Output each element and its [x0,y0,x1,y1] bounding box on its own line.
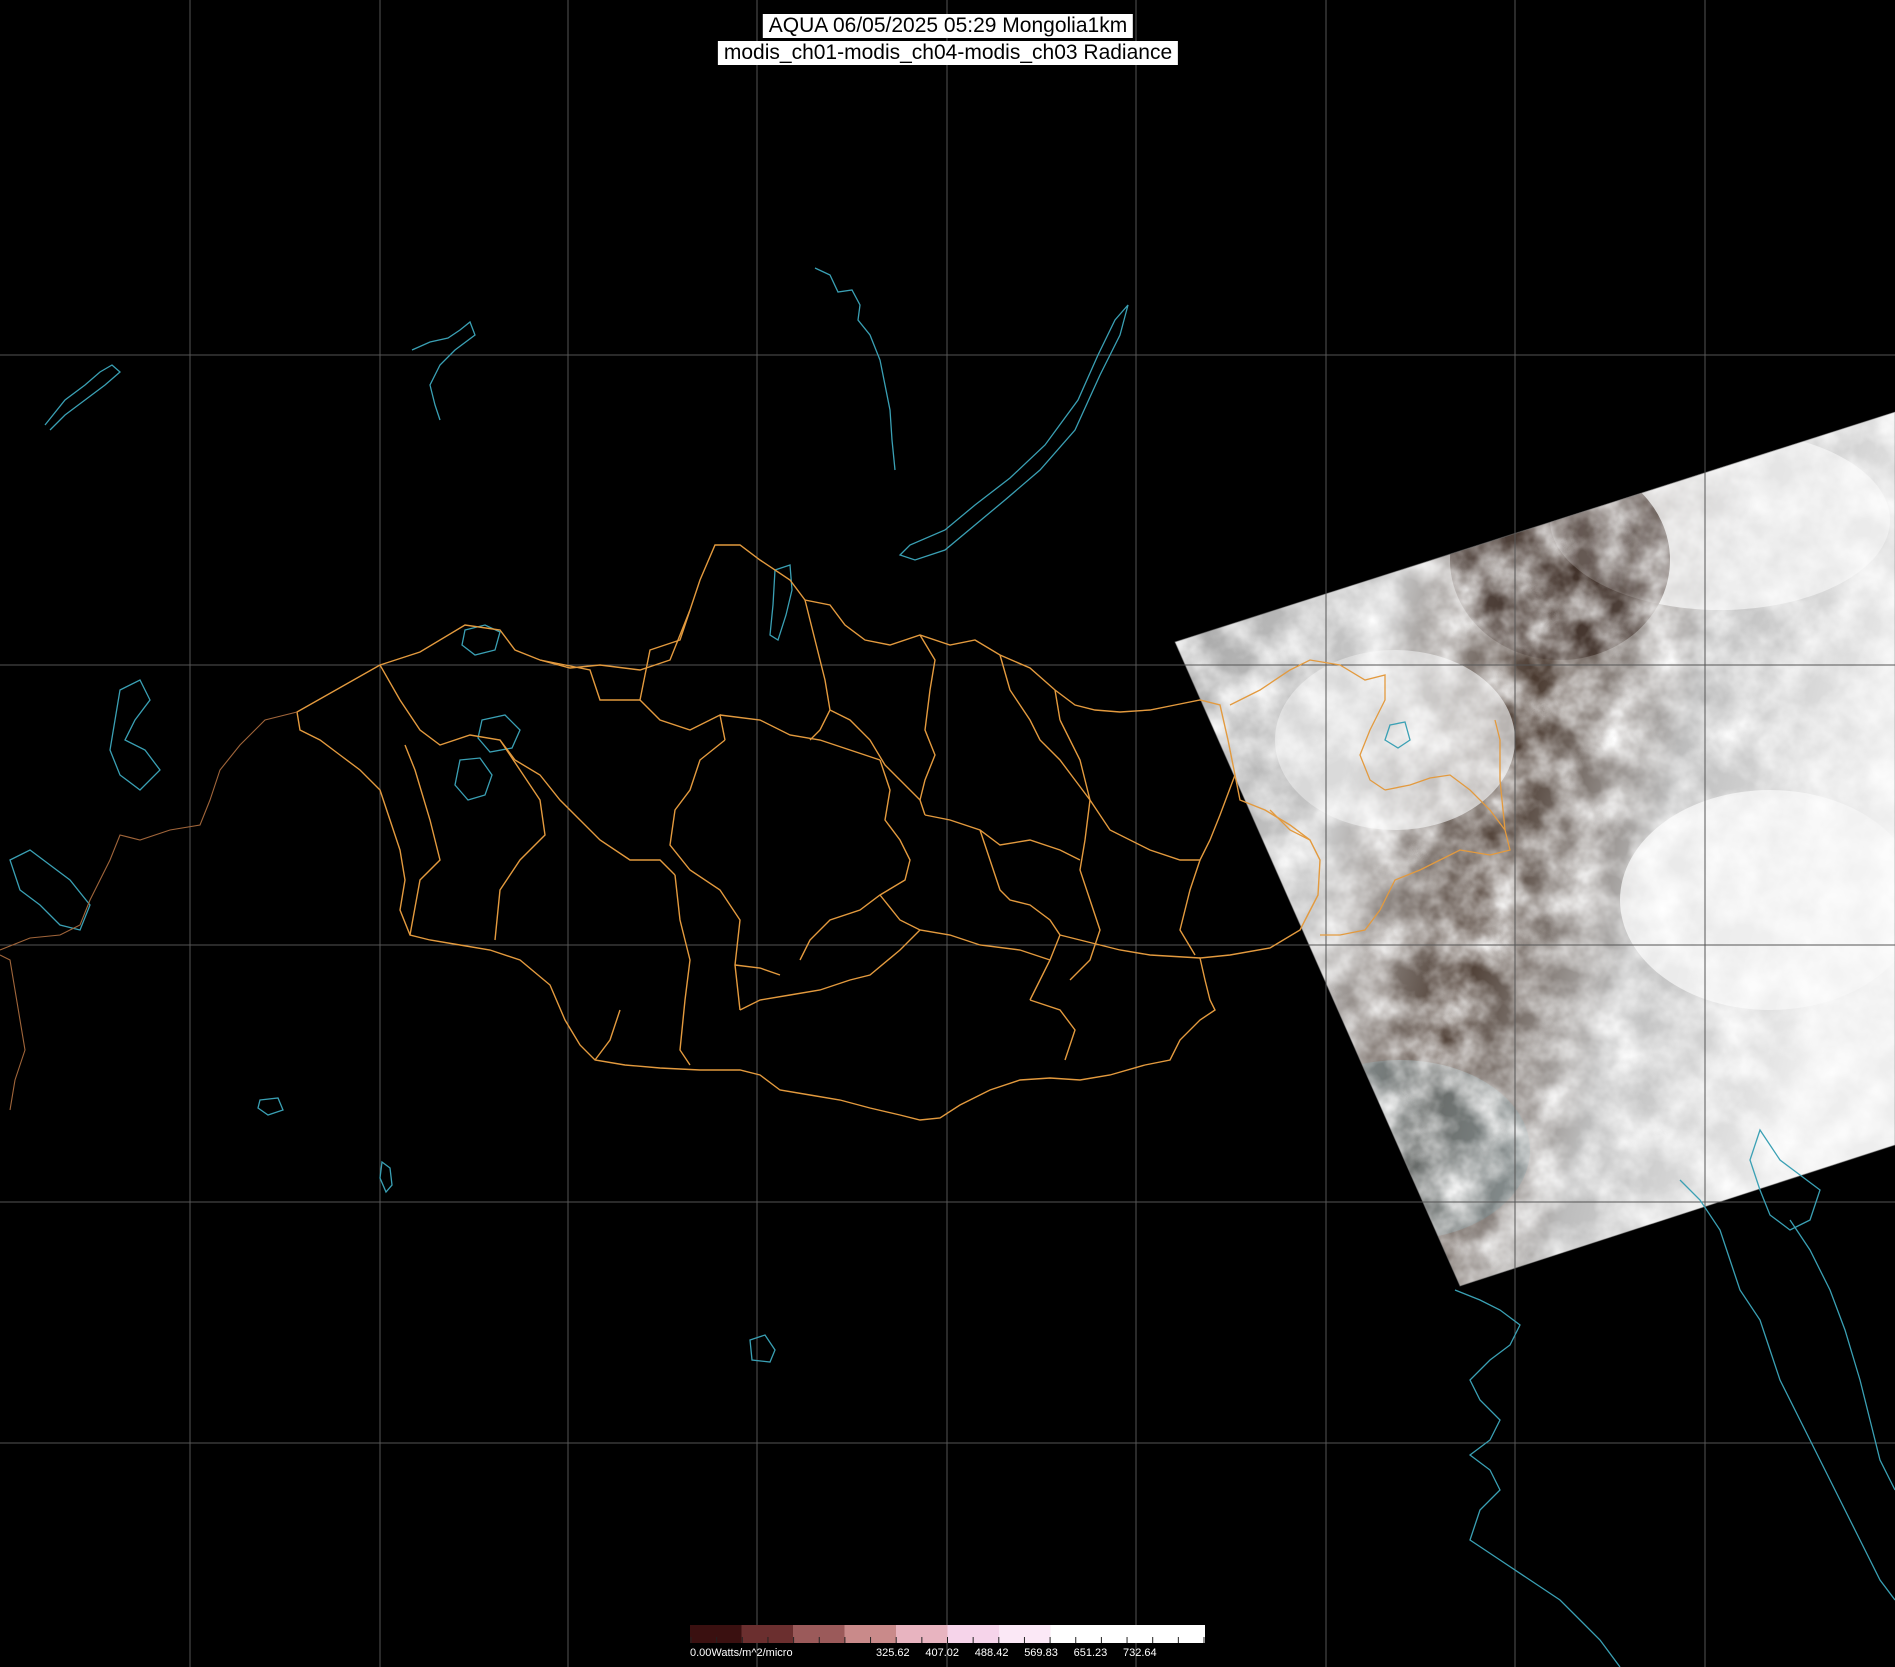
lake-baikal [898,304,1129,561]
colorbar-tick-label: 569.83 [1024,1647,1058,1659]
lake-southwest [379,1160,393,1194]
colorbar-tick-label: 732.64 [1123,1647,1157,1659]
colorbar-unit-label: 0.00Watts/m^2/micro [690,1647,793,1659]
lake-south-1 [749,1334,776,1363]
west-borders [0,711,298,1111]
colorbar-strip [690,1625,1206,1643]
colorbar-segment [999,1625,1051,1643]
colorbar-tick-label: 488.42 [974,1647,1009,1659]
colorbar: 0.00Watts/m^2/micro 325.62 407.02 488.42 56… [690,1625,1206,1667]
mongolia-boundaries [296,544,1321,1121]
title-line-1: AQUA 06/05/2025 05:29 Mongolia1km [762,14,1134,38]
colorbar-segment [1050,1625,1103,1643]
country-border [296,544,1321,1121]
colorbar-tick-label: 651.23 [1073,1647,1108,1659]
satellite-swath [1175,412,1895,1286]
map-canvas [0,0,1895,1667]
lake-khyargas [477,714,521,753]
river-west [44,364,121,431]
lake-khar-us [454,757,493,801]
title-line-2: modis_ch01-modis_ch04-modis_ch03 Radianc… [717,41,1179,65]
river-angara [814,267,896,471]
colorbar-segment [1102,1625,1154,1643]
colorbar-segment [1153,1625,1206,1643]
colorbar-tick-label: 325.62 [876,1647,910,1659]
lake-west-1 [109,679,161,791]
colorbar-segment [690,1625,742,1643]
colorbar-tick-label: 407.02 [925,1647,960,1659]
lake-south-2 [257,1097,284,1116]
lake-khovsgol [769,564,793,641]
coast-bohai [1454,1289,1621,1667]
coast-korea-east [1789,1219,1895,1491]
river-yenisei [411,320,476,421]
lake-west-2 [9,849,91,931]
